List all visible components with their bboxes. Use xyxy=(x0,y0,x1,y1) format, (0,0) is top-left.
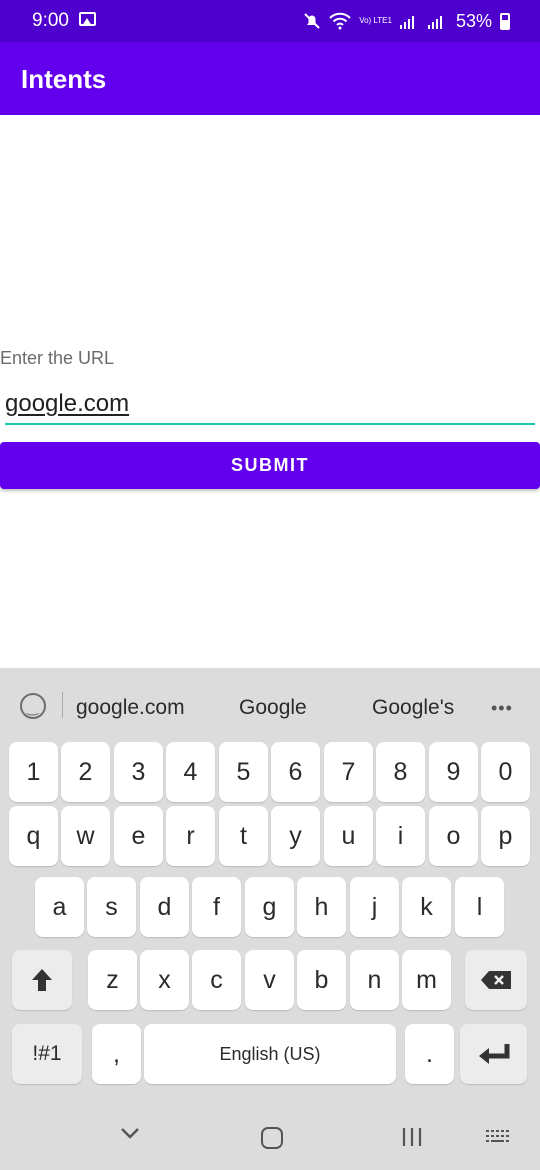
key-m[interactable]: m xyxy=(402,950,451,1010)
key-t[interactable]: t xyxy=(219,806,268,866)
key-k[interactable]: k xyxy=(402,877,451,937)
suggestion-3[interactable]: Google's xyxy=(372,696,454,720)
key-n[interactable]: n xyxy=(350,950,399,1010)
nav-home-icon[interactable] xyxy=(261,1127,283,1149)
key-4[interactable]: 4 xyxy=(166,742,215,802)
suggestion-divider xyxy=(62,692,63,718)
url-label: Enter the URL xyxy=(0,348,115,368)
battery-icon xyxy=(500,12,510,30)
sticker-icon[interactable] xyxy=(20,693,46,719)
period-key[interactable]: . xyxy=(405,1024,454,1084)
status-time: 9:00 xyxy=(32,10,69,31)
signal-icon xyxy=(399,16,414,29)
navigation-bar xyxy=(0,1098,540,1170)
backspace-key[interactable] xyxy=(465,950,527,1010)
backspace-icon xyxy=(481,971,511,989)
key-o[interactable]: o xyxy=(429,806,478,866)
submit-button[interactable]: SUBMIT xyxy=(0,442,540,489)
soft-keyboard: google.com Google Google's ••• 1 2 3 4 5… xyxy=(0,668,540,1098)
key-0[interactable]: 0 xyxy=(481,742,530,802)
key-r[interactable]: r xyxy=(166,806,215,866)
suggestion-bar: google.com Google Google's ••• xyxy=(0,668,540,740)
more-icon[interactable]: ••• xyxy=(491,698,513,719)
key-7[interactable]: 7 xyxy=(324,742,373,802)
status-bar: 9:00 Vo) LTE1 53% xyxy=(0,0,540,42)
key-y[interactable]: y xyxy=(271,806,320,866)
mute-icon xyxy=(304,13,320,29)
wifi-icon xyxy=(329,12,351,30)
signal-icon xyxy=(427,16,442,29)
key-x[interactable]: x xyxy=(140,950,189,1010)
key-u[interactable]: u xyxy=(324,806,373,866)
key-1[interactable]: 1 xyxy=(9,742,58,802)
key-d[interactable]: d xyxy=(140,877,189,937)
key-j[interactable]: j xyxy=(350,877,399,937)
nav-recent-icon[interactable] xyxy=(400,1126,424,1148)
network-label: Vo) LTE1 xyxy=(359,16,392,25)
key-p[interactable]: p xyxy=(481,806,530,866)
key-g[interactable]: g xyxy=(245,877,294,937)
key-s[interactable]: s xyxy=(87,877,136,937)
shift-key[interactable] xyxy=(12,950,72,1010)
key-z[interactable]: z xyxy=(88,950,137,1010)
enter-icon xyxy=(478,1044,509,1064)
battery-percent: 53% xyxy=(455,10,492,31)
key-l[interactable]: l xyxy=(455,877,504,937)
image-icon xyxy=(79,12,96,26)
app-title: Intents xyxy=(21,64,107,94)
key-6[interactable]: 6 xyxy=(271,742,320,802)
key-v[interactable]: v xyxy=(245,950,294,1010)
nav-keyboard-icon[interactable] xyxy=(485,1129,511,1145)
key-9[interactable]: 9 xyxy=(429,742,478,802)
key-q[interactable]: q xyxy=(9,806,58,866)
status-icons: Vo) LTE1 53% xyxy=(303,8,510,34)
space-key[interactable]: English (US) xyxy=(144,1024,396,1084)
key-w[interactable]: w xyxy=(61,806,110,866)
key-c[interactable]: c xyxy=(192,950,241,1010)
key-h[interactable]: h xyxy=(297,877,346,937)
shift-icon xyxy=(32,969,52,991)
url-input[interactable]: google.com xyxy=(5,385,535,425)
enter-key[interactable] xyxy=(460,1024,527,1084)
key-i[interactable]: i xyxy=(376,806,425,866)
nav-back-icon[interactable] xyxy=(120,1123,140,1143)
key-e[interactable]: e xyxy=(114,806,163,866)
key-5[interactable]: 5 xyxy=(219,742,268,802)
key-3[interactable]: 3 xyxy=(114,742,163,802)
suggestion-2[interactable]: Google xyxy=(239,696,307,720)
suggestion-1[interactable]: google.com xyxy=(76,696,185,720)
key-8[interactable]: 8 xyxy=(376,742,425,802)
app-bar: Intents xyxy=(0,42,540,115)
key-f[interactable]: f xyxy=(192,877,241,937)
key-2[interactable]: 2 xyxy=(61,742,110,802)
comma-key[interactable]: , xyxy=(92,1024,141,1084)
key-a[interactable]: a xyxy=(35,877,84,937)
symbols-key[interactable]: !#1 xyxy=(12,1024,82,1084)
key-b[interactable]: b xyxy=(297,950,346,1010)
